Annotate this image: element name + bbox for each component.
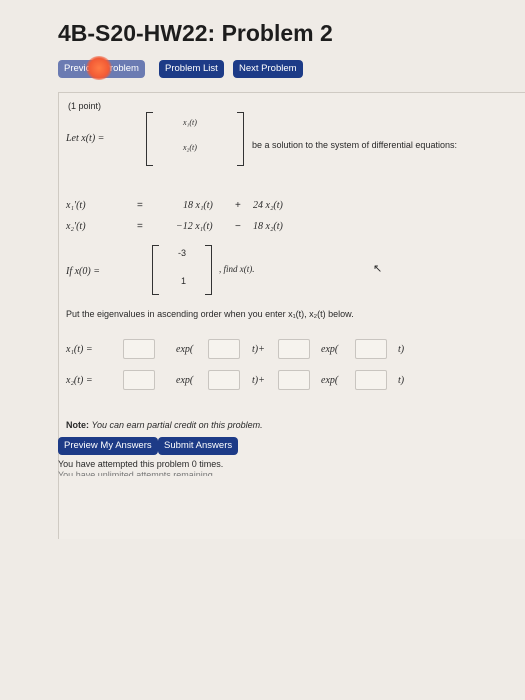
eq2-term2: 18 x₂(t) bbox=[253, 221, 283, 232]
submit-answers-button[interactable]: Submit Answers bbox=[158, 437, 239, 455]
x2-eigenvalue-2-input[interactable] bbox=[355, 370, 387, 390]
vector-x2: x₂(t) bbox=[183, 143, 197, 152]
attempts-status: You have attempted this problem 0 times. bbox=[58, 459, 224, 469]
x0-bottom: 1 bbox=[181, 276, 187, 286]
x2-exp-2: exp( bbox=[321, 375, 339, 386]
problem-list-button[interactable]: Problem List bbox=[159, 60, 224, 78]
x2-eigenvalue-1-input[interactable] bbox=[208, 370, 240, 390]
x1-t-plus: t)+ bbox=[252, 344, 265, 355]
instructions-text: Put the eigenvalues in ascending order w… bbox=[66, 309, 354, 319]
eq2-operator: − bbox=[235, 221, 241, 232]
eq1-term1: 18 x₁(t) bbox=[183, 200, 213, 211]
x1-eigenvalue-1-input[interactable] bbox=[208, 339, 240, 359]
eq1-term2: 24 x₂(t) bbox=[253, 200, 283, 211]
page-title: 4B-S20-HW22: Problem 2 bbox=[58, 20, 333, 46]
partial-credit-note: Note: You can earn partial credit on thi… bbox=[66, 420, 263, 430]
x1-coefficient-1-input[interactable] bbox=[123, 339, 155, 359]
x2-label: x₂(t) = bbox=[66, 375, 93, 386]
mouse-cursor-icon: ↖ bbox=[373, 263, 383, 275]
eq2-equals: = bbox=[137, 221, 143, 232]
preview-answers-button[interactable]: Preview My Answers bbox=[58, 437, 158, 455]
eq1-lhs: x₁′(t) bbox=[66, 200, 86, 211]
find-text: , find x(t). bbox=[219, 264, 255, 274]
x1-exp-2: exp( bbox=[321, 344, 339, 355]
note-text: You can earn partial credit on this prob… bbox=[91, 420, 263, 430]
x0-right-bracket bbox=[205, 245, 212, 295]
let-label: Let x(t) = bbox=[66, 133, 105, 144]
vector-left-bracket bbox=[146, 112, 153, 166]
initial-label: If x(0) = bbox=[66, 266, 100, 277]
x2-t-plus: t)+ bbox=[252, 375, 265, 386]
vector-right-bracket bbox=[237, 112, 244, 166]
eq2-term1: −12 x₁(t) bbox=[176, 221, 213, 232]
vector-x1: x₁(t) bbox=[183, 118, 197, 127]
x1-t-close: t) bbox=[398, 344, 405, 355]
camera-glare bbox=[86, 56, 112, 80]
remaining-attempts-status: You have unlimited attempts remaining. bbox=[58, 470, 216, 476]
x2-coefficient-2-input[interactable] bbox=[278, 370, 310, 390]
x0-top: -3 bbox=[178, 248, 187, 258]
note-label: Note: bbox=[66, 420, 89, 430]
x1-eigenvalue-2-input[interactable] bbox=[355, 339, 387, 359]
x1-label: x₁(t) = bbox=[66, 344, 93, 355]
eq2-lhs: x₂′(t) bbox=[66, 221, 86, 232]
x0-left-bracket bbox=[152, 245, 159, 295]
points-label: (1 point) bbox=[68, 101, 102, 111]
next-problem-button[interactable]: Next Problem bbox=[233, 60, 303, 78]
x2-exp-1: exp( bbox=[176, 375, 194, 386]
x1-exp-1: exp( bbox=[176, 344, 194, 355]
solution-text: be a solution to the system of different… bbox=[252, 140, 457, 150]
eq1-equals: = bbox=[137, 200, 143, 211]
x1-coefficient-2-input[interactable] bbox=[278, 339, 310, 359]
eq1-operator: + bbox=[235, 200, 241, 211]
x2-coefficient-1-input[interactable] bbox=[123, 370, 155, 390]
page: 4B-S20-HW22: Problem 2 Previous Problem … bbox=[0, 0, 525, 700]
x2-t-close: t) bbox=[398, 375, 405, 386]
